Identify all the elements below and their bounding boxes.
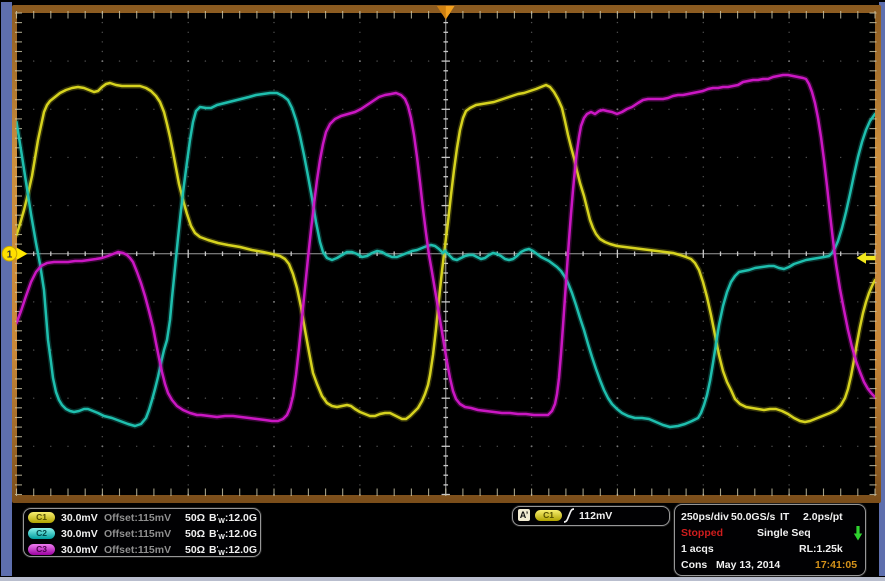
svg-text:1: 1 [7,250,13,261]
